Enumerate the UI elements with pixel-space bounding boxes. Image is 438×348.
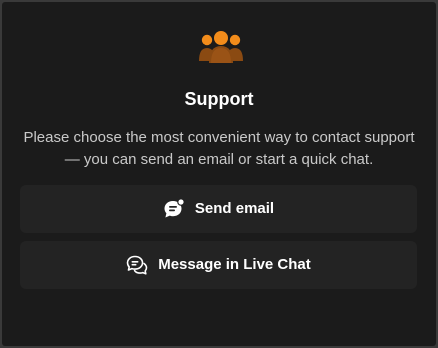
live-chat-button[interactable]: Message in Live Chat (20, 241, 417, 289)
support-team-icon (198, 28, 244, 68)
send-email-label: Send email (194, 200, 275, 217)
email-chat-icon (163, 198, 185, 220)
live-chat-label: Message in Live Chat (158, 256, 311, 273)
send-email-button[interactable]: Send email (20, 185, 417, 233)
support-panel: Support Please choose the most convenien… (2, 2, 436, 346)
page-title: Support (184, 89, 254, 109)
chat-bubbles-icon (126, 254, 148, 276)
support-description: Please choose the most convenient way to… (23, 129, 415, 168)
